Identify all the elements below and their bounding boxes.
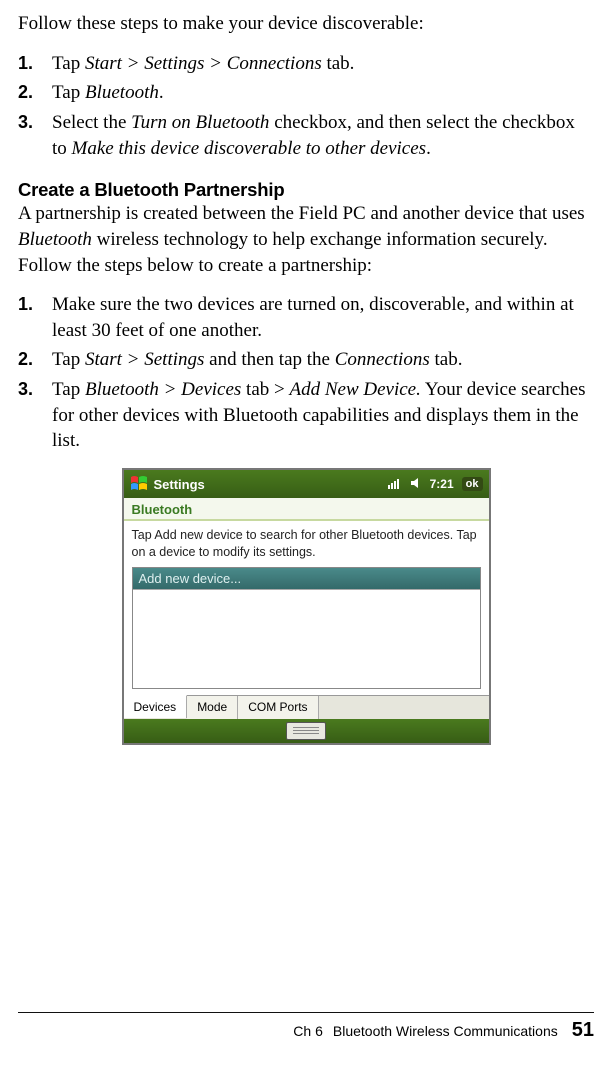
t-em: Add New Device. — [289, 379, 420, 400]
footer-title: Bluetooth Wireless Communications — [333, 1023, 558, 1039]
add-new-device-item[interactable]: Add new device... — [133, 568, 480, 590]
t: tab > — [241, 379, 289, 400]
t: . — [159, 82, 164, 103]
step-item: Make sure the two devices are turned on,… — [18, 292, 594, 343]
t-em: Bluetooth — [85, 82, 159, 103]
t: Select the — [52, 112, 131, 133]
subheading: Create a Bluetooth Partnership — [18, 179, 594, 201]
t-em: Start > Settings > Connections — [85, 53, 322, 74]
step-item: Tap Start > Settings and then tap the Co… — [18, 347, 594, 373]
device-screenshot: Settings 7:21 ok Bluetooth Tap Add new d… — [122, 468, 491, 745]
t-em: Bluetooth > Devices — [85, 379, 241, 400]
t: and then tap the — [204, 349, 334, 370]
t: Tap — [52, 82, 85, 103]
tab-devices[interactable]: Devices — [124, 695, 188, 718]
signal-icon — [388, 477, 402, 492]
step-item: Select the Turn on Bluetooth checkbox, a… — [18, 110, 594, 161]
step-item: Tap Bluetooth. — [18, 80, 594, 106]
t: Tap — [52, 379, 85, 400]
status-bar: Settings 7:21 ok — [124, 470, 489, 498]
tab-mode[interactable]: Mode — [187, 696, 238, 719]
steps-partnership: Make sure the two devices are turned on,… — [18, 292, 594, 454]
screen-instructions: Tap Add new device to search for other B… — [124, 521, 489, 563]
t: . — [426, 138, 431, 159]
volume-icon — [410, 477, 422, 492]
t: Tap — [52, 349, 85, 370]
status-title: Settings — [154, 477, 388, 492]
ok-button[interactable]: ok — [462, 477, 483, 491]
page-footer: Ch 6 Bluetooth Wireless Communications 5… — [18, 1012, 594, 1042]
sip-bar — [124, 719, 489, 743]
intro-text: Follow these steps to make your device d… — [18, 12, 594, 37]
bottom-tabs: Devices Mode COM Ports — [124, 695, 489, 719]
t: tab. — [430, 349, 463, 370]
step-item: Tap Start > Settings > Connections tab. — [18, 51, 594, 77]
tab-com-ports[interactable]: COM Ports — [238, 696, 318, 719]
t: tab. — [322, 53, 355, 74]
t: A partnership is created between the Fie… — [18, 203, 585, 224]
clock-time: 7:21 — [430, 477, 454, 491]
device-list: Add new device... — [132, 567, 481, 689]
step-item: Tap Bluetooth > Devices tab > Add New De… — [18, 377, 594, 454]
t: wireless technology to help exchange inf… — [18, 229, 548, 276]
start-icon[interactable] — [130, 475, 148, 493]
t: Tap — [52, 53, 85, 74]
page-number: 51 — [572, 1019, 594, 1042]
screen-title: Bluetooth — [124, 498, 489, 521]
body-paragraph: A partnership is created between the Fie… — [18, 201, 594, 278]
t-em: Make this device discoverable to other d… — [72, 138, 427, 159]
t-em: Start > Settings — [85, 349, 204, 370]
t-em: Bluetooth — [18, 229, 92, 250]
steps-discoverable: Tap Start > Settings > Connections tab. … — [18, 51, 594, 162]
t-em: Turn on Bluetooth — [131, 112, 269, 133]
t-em: Connections — [335, 349, 430, 370]
footer-chapter: Ch 6 — [293, 1023, 323, 1039]
status-icons: 7:21 ok — [388, 477, 483, 492]
t: Make sure the two devices are turned on,… — [52, 294, 574, 341]
keyboard-icon[interactable] — [286, 722, 326, 740]
